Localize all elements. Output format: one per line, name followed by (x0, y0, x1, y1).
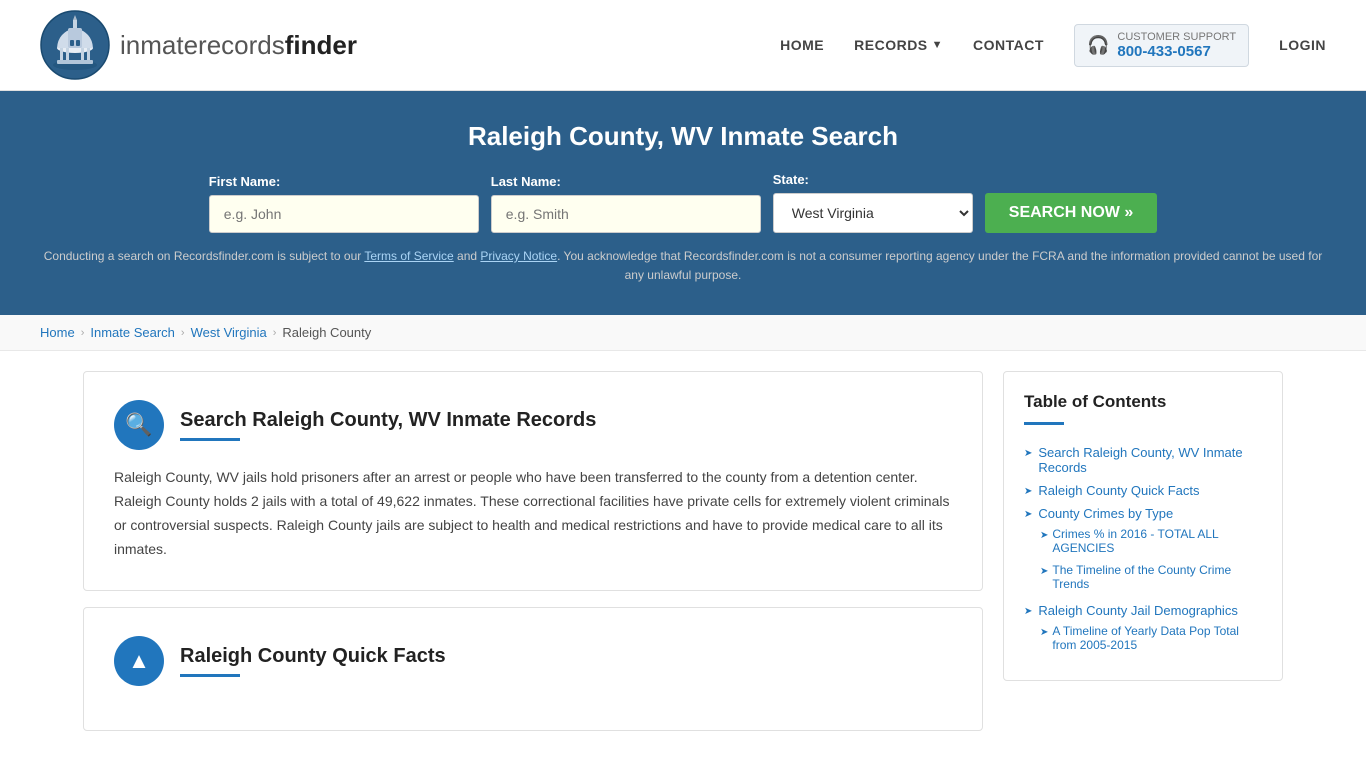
search-button[interactable]: SEARCH NOW » (985, 193, 1157, 233)
hero-section: Raleigh County, WV Inmate Search First N… (0, 91, 1366, 315)
breadcrumb-raleigh-county: Raleigh County (282, 325, 371, 340)
card1-header: 🔍 Search Raleigh County, WV Inmate Recor… (114, 400, 952, 450)
card1-body: Raleigh County, WV jails hold prisoners … (114, 466, 952, 561)
chevron-right-icon: ➤ (1024, 509, 1032, 520)
login-button[interactable]: LOGIN (1279, 37, 1326, 53)
chevron-right-icon: ➤ (1040, 627, 1048, 638)
state-group: State: West Virginia (773, 172, 973, 233)
breadcrumb-sep-1: › (81, 327, 85, 339)
breadcrumb-west-virginia[interactable]: West Virginia (191, 325, 267, 340)
card2-title-underline (180, 674, 240, 677)
toc-sublist-3: ➤ Crimes % in 2016 - TOTAL ALL AGENCIES … (1024, 523, 1262, 595)
main-layout: 🔍 Search Raleigh County, WV Inmate Recor… (43, 351, 1323, 766)
card2-title: Raleigh County Quick Facts (180, 645, 446, 668)
state-label: State: (773, 172, 973, 187)
toc-sublist-4: ➤ A Timeline of Yearly Data Pop Total fr… (1024, 620, 1262, 656)
card2-header: ▲ Raleigh County Quick Facts (114, 636, 952, 686)
nav-contact[interactable]: CONTACT (973, 37, 1044, 53)
hero-title: Raleigh County, WV Inmate Search (40, 121, 1326, 152)
card1-title-underline (180, 438, 240, 441)
customer-support-box: 🎧 CUSTOMER SUPPORT 800-433-0567 (1074, 24, 1249, 67)
toc-item-4: ➤ Raleigh County Jail Demographics ➤ A T… (1024, 599, 1262, 660)
chevron-right-icon: ➤ (1024, 486, 1032, 497)
logo-text: inmaterecordsfinder (120, 30, 357, 61)
first-name-group: First Name: (209, 174, 479, 233)
chevron-down-icon: ▼ (932, 39, 943, 51)
nav-home[interactable]: HOME (780, 37, 824, 53)
terms-link[interactable]: Terms of Service (364, 249, 453, 263)
search-form: First Name: Last Name: State: West Virgi… (40, 172, 1326, 233)
disclaimer-text: Conducting a search on Recordsfinder.com… (40, 247, 1326, 285)
chevron-right-icon: ➤ (1024, 606, 1032, 617)
content-area: 🔍 Search Raleigh County, WV Inmate Recor… (83, 371, 983, 746)
breadcrumb-sep-3: › (273, 327, 277, 339)
toc-link-timeline-crime-trends[interactable]: ➤ The Timeline of the County Crime Trend… (1040, 563, 1262, 591)
last-name-input[interactable] (491, 195, 761, 233)
privacy-link[interactable]: Privacy Notice (480, 249, 557, 263)
toc-subitem-4-1: ➤ A Timeline of Yearly Data Pop Total fr… (1040, 620, 1262, 656)
support-phone: 800-433-0567 (1117, 43, 1236, 60)
toc-link-inmate-records[interactable]: ➤ Search Raleigh County, WV Inmate Recor… (1024, 445, 1262, 475)
warning-icon: ▲ (128, 648, 150, 674)
toc-card: Table of Contents ➤ Search Raleigh Count… (1003, 371, 1283, 681)
breadcrumb-sep-2: › (181, 327, 185, 339)
sidebar: Table of Contents ➤ Search Raleigh Count… (1003, 371, 1283, 681)
toc-title: Table of Contents (1024, 392, 1262, 412)
search-icon-circle: 🔍 (114, 400, 164, 450)
state-select[interactable]: West Virginia (773, 193, 973, 233)
chevron-right-icon: ➤ (1040, 566, 1048, 577)
support-label: CUSTOMER SUPPORT (1117, 31, 1236, 43)
last-name-label: Last Name: (491, 174, 761, 189)
headset-icon: 🎧 (1087, 35, 1109, 56)
toc-item-2: ➤ Raleigh County Quick Facts (1024, 479, 1262, 502)
nav-records[interactable]: RECORDS ▼ (854, 37, 943, 53)
inmate-records-card: 🔍 Search Raleigh County, WV Inmate Recor… (83, 371, 983, 590)
magnifier-icon: 🔍 (125, 412, 152, 438)
toc-link-county-crimes[interactable]: ➤ County Crimes by Type (1024, 506, 1262, 521)
logo-icon (40, 10, 110, 80)
breadcrumb-home[interactable]: Home (40, 325, 75, 340)
toc-link-timeline-pop[interactable]: ➤ A Timeline of Yearly Data Pop Total fr… (1040, 624, 1262, 652)
toc-subitem-3-2: ➤ The Timeline of the County Crime Trend… (1040, 559, 1262, 595)
last-name-group: Last Name: (491, 174, 761, 233)
card1-title: Search Raleigh County, WV Inmate Records (180, 409, 596, 432)
toc-list: ➤ Search Raleigh County, WV Inmate Recor… (1024, 441, 1262, 660)
chevron-right-icon: ➤ (1024, 448, 1032, 459)
toc-link-crimes-2016[interactable]: ➤ Crimes % in 2016 - TOTAL ALL AGENCIES (1040, 527, 1262, 555)
info-icon-circle: ▲ (114, 636, 164, 686)
toc-divider (1024, 422, 1064, 425)
page-header: inmaterecordsfinder HOME RECORDS ▼ CONTA… (0, 0, 1366, 91)
toc-item-3: ➤ County Crimes by Type ➤ Crimes % in 20… (1024, 502, 1262, 599)
chevron-right-icon: ➤ (1040, 530, 1048, 541)
logo: inmaterecordsfinder (40, 10, 357, 80)
first-name-label: First Name: (209, 174, 479, 189)
quick-facts-card: ▲ Raleigh County Quick Facts (83, 607, 983, 731)
main-nav: HOME RECORDS ▼ CONTACT 🎧 CUSTOMER SUPPOR… (780, 24, 1326, 67)
breadcrumb: Home › Inmate Search › West Virginia › R… (0, 315, 1366, 351)
toc-link-quick-facts[interactable]: ➤ Raleigh County Quick Facts (1024, 483, 1262, 498)
toc-item-1: ➤ Search Raleigh County, WV Inmate Recor… (1024, 441, 1262, 479)
breadcrumb-inmate-search[interactable]: Inmate Search (90, 325, 175, 340)
toc-link-jail-demographics[interactable]: ➤ Raleigh County Jail Demographics (1024, 603, 1262, 618)
toc-subitem-3-1: ➤ Crimes % in 2016 - TOTAL ALL AGENCIES (1040, 523, 1262, 559)
first-name-input[interactable] (209, 195, 479, 233)
